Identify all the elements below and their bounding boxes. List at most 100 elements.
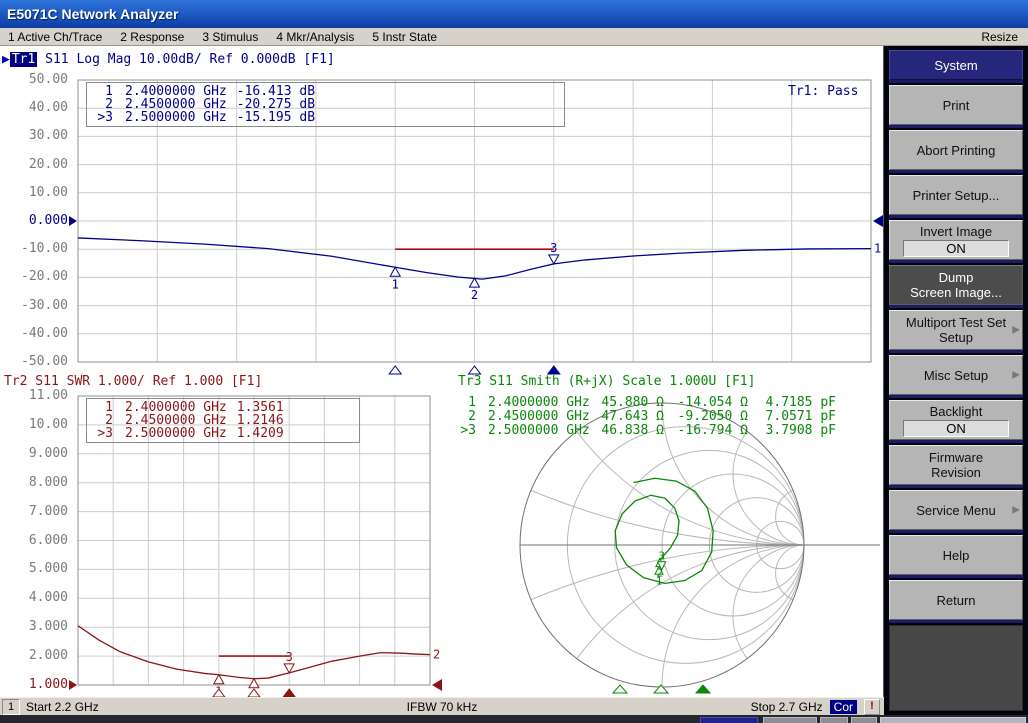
softkey-label: Abort Printing (917, 143, 996, 158)
marker-cell: 47.643 Ω (592, 410, 664, 424)
marker-cell: -15.195 dB (237, 111, 315, 124)
y-axis-label: 6.000 (4, 533, 68, 548)
menu-items: 1 Active Ch/Trace 2 Response 3 Stimulus 4 M… (0, 30, 981, 44)
status-right-group: Stop 2.7 GHz Cor ! (751, 699, 884, 715)
taskbar-item (851, 717, 877, 723)
marker-cell: 46.838 Ω (592, 424, 664, 438)
tr1-stimulus-marker-2 (469, 366, 481, 374)
softkey-service-menu[interactable]: Service Menu ▶ (889, 490, 1023, 530)
y-axis-label: 10.00 (4, 185, 68, 200)
menu-item-5-instr-state[interactable]: 5 Instr State (372, 30, 437, 44)
marker-cell: 7.0571 pF (748, 410, 836, 424)
window-title: E5071C Network Analyzer (7, 6, 178, 22)
tr1-header[interactable]: ▶Tr1 S11 Log Mag 10.00dB/ Ref 0.000dB [F… (2, 52, 335, 67)
y-axis-label: 8.000 (4, 475, 68, 490)
marker-cell: -9.2050 Ω (664, 410, 748, 424)
y-axis-label: 20.00 (4, 157, 68, 172)
ifbw-label: IFBW 70 kHz (407, 700, 478, 714)
tr3-stimulus-marker-1 (613, 685, 627, 693)
softkey-label-line2: Screen Image... (910, 285, 1002, 300)
tr1-marker-2[interactable]: 2 (470, 278, 480, 302)
marker-cell: -16.794 Ω (664, 424, 748, 438)
resize-button[interactable]: Resize (981, 30, 1028, 44)
marker-cell: 4.7185 pF (748, 396, 836, 410)
svg-text:3: 3 (658, 550, 665, 563)
marker-row: >32.5000000 GHz1.4209 (87, 427, 359, 440)
softkey-label: Dump (939, 270, 974, 285)
softkey-help[interactable]: Help (889, 535, 1023, 575)
softkey-label: Multiport Test Set (906, 315, 1006, 330)
tr1-marker-1[interactable]: 1 (390, 267, 400, 291)
softkey-print[interactable]: Print (889, 85, 1023, 125)
submenu-arrow-icon: ▶ (1012, 370, 1020, 381)
softkey-label: Printer Setup... (913, 188, 1000, 203)
svg-text:3: 3 (286, 650, 293, 664)
y-axis-label: 7.000 (4, 504, 68, 519)
tr3-header[interactable]: Tr3 S11 Smith (R+jX) Scale 1.000U [F1] (458, 374, 755, 389)
tr1-marker-table: 12.4000000 GHz-16.413 dB22.4500000 GHz-2… (86, 82, 565, 127)
status-bar: 1 Start 2.2 GHz IFBW 70 kHz Stop 2.7 GHz… (0, 697, 884, 715)
softkey-backlight[interactable]: BacklightON (889, 400, 1023, 440)
softkey-invert-image[interactable]: Invert ImageON (889, 220, 1023, 260)
tr3-label: Tr3 (458, 374, 481, 389)
tr2-trace-number: 2 (433, 648, 440, 662)
softkey-label: Firmware (929, 450, 983, 465)
stop-frequency-label: Stop 2.7 GHz (751, 700, 823, 714)
submenu-arrow-icon: ▶ (1012, 325, 1020, 336)
y-axis-label: -30.00 (4, 298, 68, 313)
menu-item-4-mkr-analysis[interactable]: 4 Mkr/Analysis (276, 30, 354, 44)
marker-cell: 2.5000000 GHz (125, 111, 227, 124)
softkey-label: Return (936, 593, 975, 608)
y-axis-label: 9.000 (4, 446, 68, 461)
softkey-state-value: ON (903, 420, 1009, 437)
softkey-printer-setup[interactable]: Printer Setup... (889, 175, 1023, 215)
tr3-stimulus-marker-3 (696, 685, 710, 693)
y-axis-label: -40.00 (4, 326, 68, 341)
softkey-empty-area (889, 625, 1023, 711)
marker-row: >32.5000000 GHz46.838 Ω-16.794 Ω3.7908 p… (458, 424, 836, 438)
marker-row: >32.5000000 GHz-15.195 dB (87, 111, 564, 124)
softkey-firmware[interactable]: FirmwareRevision (889, 445, 1023, 485)
y-axis-label: 3.000 (4, 619, 68, 634)
softkey-multiport-test-set[interactable]: Multiport Test SetSetup▶ (889, 310, 1023, 350)
marker-row: 12.4000000 GHz45.880 Ω-14.054 Ω4.7185 pF (458, 396, 836, 410)
svg-text:3: 3 (550, 241, 557, 255)
marker-cell: 2 (458, 410, 476, 424)
active-trace-arrow-icon: ▶ (2, 52, 10, 67)
softkey-label: Help (943, 548, 970, 563)
marker-cell: -14.054 Ω (664, 396, 748, 410)
softkey-dump[interactable]: DumpScreen Image... (889, 265, 1023, 305)
tr1-pass-badge: Tr1: Pass (788, 84, 858, 99)
y-axis-label: 1.000 (4, 677, 68, 692)
softkey-label: Service Menu (916, 503, 995, 518)
submenu-arrow-icon: ▶ (1012, 505, 1020, 516)
taskbar-item (700, 717, 758, 723)
menu-item-1-active-ch-trace[interactable]: 1 Active Ch/Trace (8, 30, 102, 44)
tr3-format-text: S11 Smith (R+jX) Scale 1.000U [F1] (481, 374, 755, 389)
marker-cell: 2.4000000 GHz (488, 396, 592, 410)
tr3-stimulus-marker-2 (654, 685, 668, 693)
softkey-abort-printing[interactable]: Abort Printing (889, 130, 1023, 170)
taskbar-strip (0, 715, 1028, 723)
tr1-ref-level-arrow-left (69, 216, 77, 226)
softkey-return[interactable]: Return (889, 580, 1023, 620)
softkey-label: Backlight (930, 404, 983, 419)
tr2-marker-3[interactable]: 3 (284, 650, 294, 673)
tr1-marker-3[interactable]: 3 (549, 241, 559, 264)
menu-item-2-response[interactable]: 2 Response (120, 30, 184, 44)
softkey-misc-setup[interactable]: Misc Setup ▶ (889, 355, 1023, 395)
marker-cell: >3 (458, 424, 476, 438)
softkey-label: Invert Image (920, 224, 992, 239)
alert-button[interactable]: ! (864, 699, 880, 715)
menu-item-3-stimulus[interactable]: 3 Stimulus (202, 30, 258, 44)
marker-cell: 2.4500000 GHz (488, 410, 592, 424)
title-bar: E5071C Network Analyzer (0, 0, 1028, 28)
tr2-ref-level-arrow-right (432, 679, 442, 691)
softkey-menu-title-label: System (934, 58, 977, 73)
y-axis-label: -20.00 (4, 269, 68, 284)
tr2-ref-level-arrow-left (69, 680, 77, 690)
marker-cell: 2.5000000 GHz (125, 427, 227, 440)
y-axis-label: -10.00 (4, 241, 68, 256)
softkey-label: Misc Setup (924, 368, 988, 383)
tr2-header[interactable]: Tr2 S11 SWR 1.000/ Ref 1.000 [F1] (4, 374, 262, 389)
